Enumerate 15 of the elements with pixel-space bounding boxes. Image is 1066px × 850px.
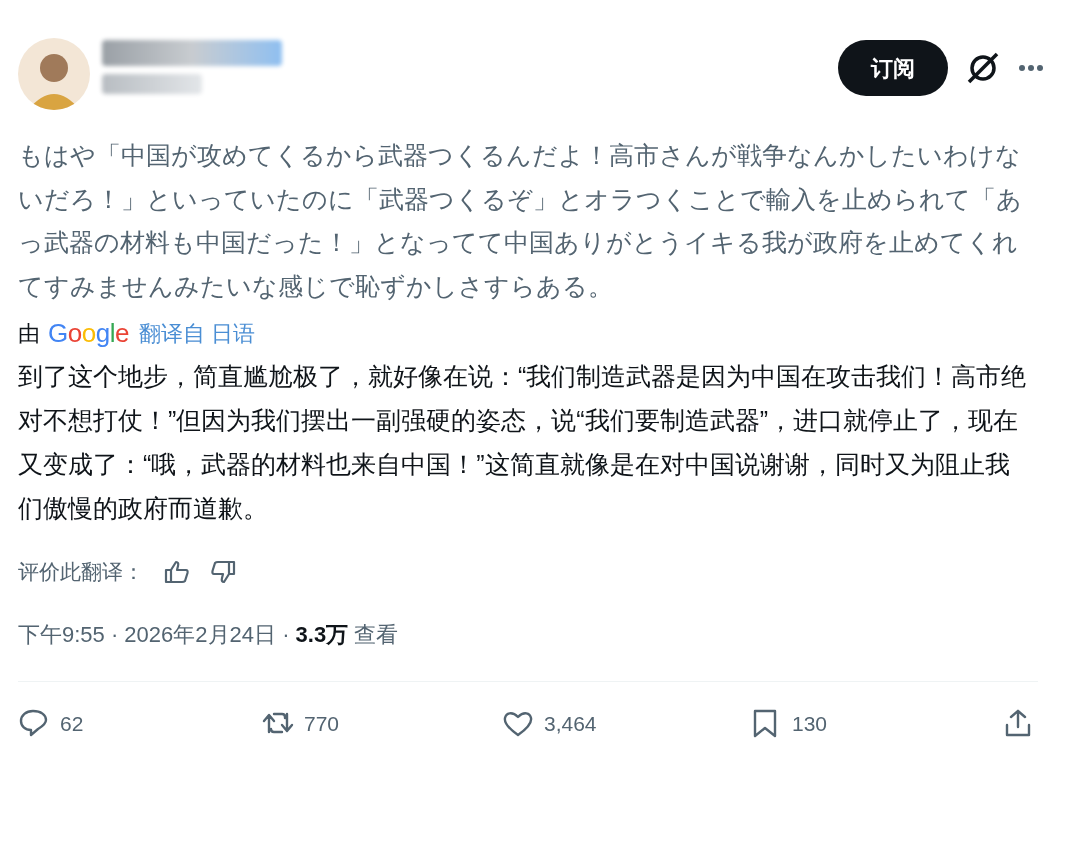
translated-by-label: 由 [18,319,40,348]
thumbs-down-icon[interactable] [210,560,236,584]
reply-count: 62 [60,711,84,738]
post-metadata: 下午9:55 · 2026年2月24日 · 3.3万 查看 [18,621,400,649]
translated-post-text: 到了这个地步，简直尴尬极了，就好像在说：“我们制造武器是因为中国在攻击我们！高市绝对不想打仗！”但因为我们摆出一副强硬的姿态，说“我们要制造武器”，进口就停止了，现在又变成了：“哦，武器的材料也来自中国！”这简直就像是在对中国说谢谢，同时又为阻止我们傲慢的政府而道歉。 [18,361,1028,524]
subscribe-button[interactable]: 订阅 [838,40,948,96]
rate-translation-label: 评价此翻译： [18,559,144,586]
grok-icon[interactable] [966,51,1000,85]
more-icon[interactable] [1018,64,1044,72]
bookmark-count: 130 [792,711,828,738]
thumbs-up-icon[interactable] [164,560,190,584]
repost-count: 770 [304,711,340,738]
google-logo: Google [48,316,129,350]
original-post-text: もはや「中国が攻めてくるから武器つくるんだよ！高市さんが戦争なんかしたいわけないだろ！」といっていたのに「武器つくるぞ」とオラつくことで輸入を止められて「あっ武器の材料も中国だった！」となってて中国ありがとうイキる我が政府を止めてくれてすみませんみたいな感じで恥ずかしさすらある。 [18,140,1023,302]
like-count: 3,464 [544,711,597,738]
